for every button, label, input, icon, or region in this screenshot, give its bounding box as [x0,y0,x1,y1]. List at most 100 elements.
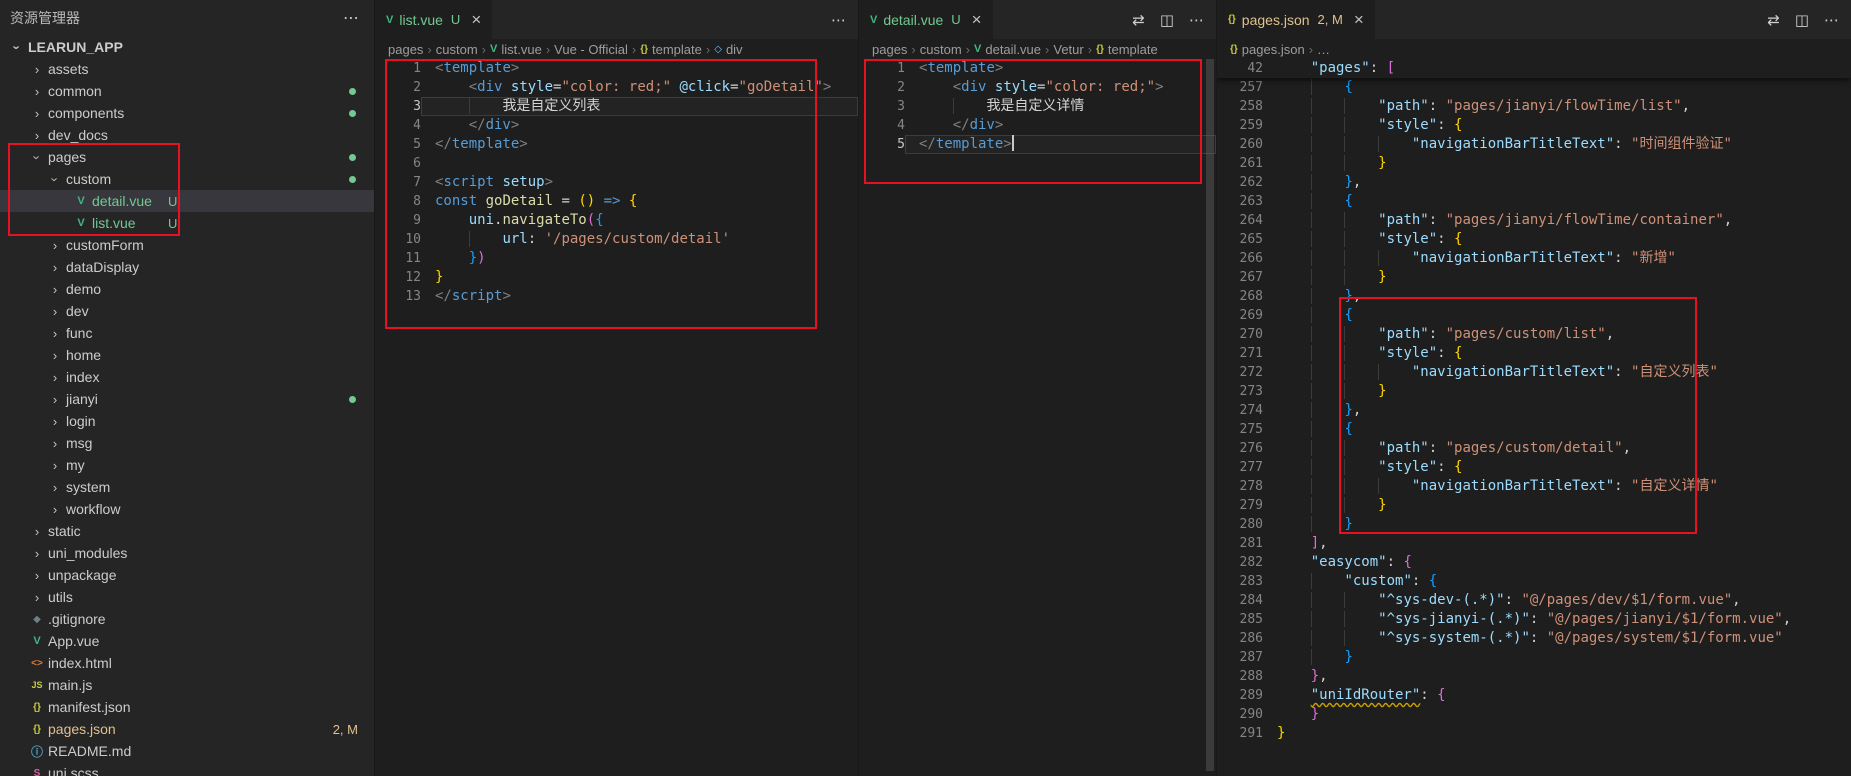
line-content: </div> [905,116,1216,135]
line-content: } [1263,154,1851,173]
tree-item-assets[interactable]: ›assets [0,58,374,80]
tree-item-datadisplay[interactable]: ›dataDisplay [0,256,374,278]
breadcrumb-item[interactable]: custom [436,42,478,57]
tree-item-label: pages [46,149,86,165]
tab-pages-json[interactable]: {}pages.json2, M× [1217,0,1375,39]
line-number: 287 [1217,648,1263,667]
line-number: 1 [859,59,905,78]
line-content: { [1263,420,1851,439]
vertical-scrollbar[interactable] [1206,59,1214,771]
tree-item-label: demo [64,281,101,297]
tree-item-dev_docs[interactable]: ›dev_docs [0,124,374,146]
code-editor-detail-vue[interactable]: 1<template>2 <div style="color: red;">3 … [859,59,1216,776]
tree-item-pages.json[interactable]: {}pages.json2, M [0,718,374,740]
tab-label: list.vue [399,12,443,28]
breadcrumb-item[interactable]: {}template [1096,42,1158,57]
breadcrumb-item[interactable]: Vlist.vue [490,42,542,57]
tree-item-jianyi[interactable]: ›jianyi [0,388,374,410]
tree-item-label: App.vue [46,633,99,649]
tree-item-uni_modules[interactable]: ›uni_modules [0,542,374,564]
tree-item-index.html[interactable]: <>index.html [0,652,374,674]
line-content: }, [1263,401,1851,420]
more-icon[interactable]: ⋯ [1189,11,1204,29]
tree-item-label: assets [46,61,88,77]
chevron-right-icon: › [46,238,64,253]
breadcrumb-item[interactable]: {}pages.json [1230,42,1305,57]
code-editor-pages-json[interactable]: 42 "pages": [257 {258 "path": "pages/jia… [1217,59,1851,776]
line-content: "pages": [ [1263,59,1851,78]
more-icon[interactable]: ⋯ [1824,11,1839,29]
split-icon[interactable]: ◫ [1160,11,1174,29]
more-actions-icon[interactable]: ⋯ [343,8,360,28]
tree-item-msg[interactable]: ›msg [0,432,374,454]
tab-bar: Vlist.vueU× ⋯ [375,0,858,39]
breadcrumb-item[interactable]: pages [872,42,907,57]
vue-file-icon: V [870,14,877,26]
line-number: 273 [1217,382,1263,401]
code-line: 271 "style": { [1217,344,1851,363]
tree-item-func[interactable]: ›func [0,322,374,344]
code-editor-list-vue[interactable]: 1<template>2 <div style="color: red;" @c… [375,59,858,776]
tree-item-system[interactable]: ›system [0,476,374,498]
tree-item-uni.scss[interactable]: Suni.scss [0,762,374,776]
sym-symbol-icon: ◇ [714,44,722,55]
code-line: 291} [1217,724,1851,743]
breadcrumb-item[interactable]: ◇div [714,42,742,57]
tree-item-app.vue[interactable]: VApp.vue [0,630,374,652]
line-content: { [1263,192,1851,211]
tree-item-learun_app[interactable]: ›LEARUN_APP [0,36,374,58]
tree-item-components[interactable]: ›components [0,102,374,124]
tree-item-common[interactable]: ›common [0,80,374,102]
tree-item-static[interactable]: ›static [0,520,374,542]
breadcrumb-item[interactable]: pages [388,42,423,57]
breadcrumb-item[interactable]: … [1317,42,1330,57]
close-icon[interactable]: × [972,11,982,28]
tree-item-label: static [46,523,81,539]
chevron-right-icon: › [46,326,64,341]
open-changes-icon[interactable]: ⇄ [1132,11,1145,29]
tree-item-login[interactable]: ›login [0,410,374,432]
tree-item-manifest.json[interactable]: {}manifest.json [0,696,374,718]
code-line: 289 "uniIdRouter": { [1217,686,1851,705]
tree-item-customform[interactable]: ›customForm [0,234,374,256]
tree-item-label: uni_modules [46,545,127,561]
git-status-badge: U [951,12,960,27]
close-icon[interactable]: × [1354,11,1364,28]
line-number: 259 [1217,116,1263,135]
tree-item-main.js[interactable]: JSmain.js [0,674,374,696]
breadcrumb-item[interactable]: {}template [640,42,702,57]
tree-item-dev[interactable]: ›dev [0,300,374,322]
line-number: 2 [375,78,421,97]
chevron-right-icon: › [46,392,64,407]
git-change-dot-icon [349,88,356,95]
line-number: 289 [1217,686,1263,705]
tree-item-list.vue[interactable]: Vlist.vueU [0,212,374,234]
editor-group-pages-json: {}pages.json2, M× ⇄◫⋯ {}pages.json›… 42 … [1216,0,1851,776]
tree-item-workflow[interactable]: ›workflow [0,498,374,520]
tree-item-.gitignore[interactable]: ◆.gitignore [0,608,374,630]
tree-item-unpackage[interactable]: ›unpackage [0,564,374,586]
tree-item-my[interactable]: ›my [0,454,374,476]
breadcrumb-item[interactable]: Vdetail.vue [974,42,1041,57]
tree-item-index[interactable]: ›index [0,366,374,388]
open-changes-icon[interactable]: ⇄ [1767,11,1780,29]
tree-item-custom[interactable]: ›custom [0,168,374,190]
tree-item-detail.vue[interactable]: Vdetail.vueU [0,190,374,212]
tree-item-utils[interactable]: ›utils [0,586,374,608]
breadcrumb-separator-icon: › [546,42,550,57]
breadcrumb-separator-icon: › [966,42,970,57]
breadcrumb-item[interactable]: Vue - Official [554,42,628,57]
tab-list-vue[interactable]: Vlist.vueU× [375,0,492,39]
tree-item-demo[interactable]: ›demo [0,278,374,300]
breadcrumb-item[interactable]: custom [920,42,962,57]
tree-item-pages[interactable]: ›pages [0,146,374,168]
tree-item-readme.md[interactable]: ⓘREADME.md [0,740,374,762]
close-icon[interactable]: × [471,11,481,28]
tree-item-home[interactable]: ›home [0,344,374,366]
line-number: 283 [1217,572,1263,591]
code-line: 290 } [1217,705,1851,724]
split-icon[interactable]: ◫ [1795,11,1809,29]
more-icon[interactable]: ⋯ [831,11,846,29]
tab-detail-vue[interactable]: Vdetail.vueU× [859,0,993,39]
breadcrumb-item[interactable]: Vetur [1053,42,1083,57]
